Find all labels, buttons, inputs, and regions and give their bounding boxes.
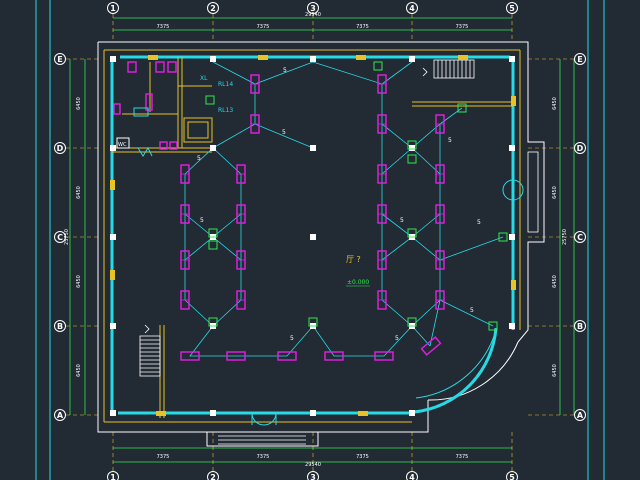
dim-top-span: 7375 bbox=[257, 24, 270, 30]
section-markers bbox=[144, 67, 428, 334]
elevation-label: ±0.000 bbox=[347, 279, 369, 286]
axis-left-E-label: E bbox=[57, 55, 62, 64]
axis-left-D-label: D bbox=[57, 144, 64, 153]
axis-top-5-label: 5 bbox=[509, 4, 515, 13]
dim-top-span: 7375 bbox=[356, 24, 369, 30]
building-outline bbox=[97, 41, 545, 447]
room-labels: WC RL14 RL13 XL bbox=[118, 75, 233, 148]
axis-right-C-label: C bbox=[577, 233, 583, 242]
hall-label: 厅 ? bbox=[346, 255, 361, 264]
dim-top-span: 7375 bbox=[157, 24, 170, 30]
axis-top-4-label: 4 bbox=[409, 4, 415, 13]
room-label-xl: XL bbox=[200, 75, 208, 82]
axis-top-1-label: 1 bbox=[110, 4, 116, 13]
axis-bottom-3-label: 3 bbox=[310, 473, 316, 480]
axis-right-B-label: B bbox=[577, 322, 583, 331]
wire-count: 5 bbox=[282, 129, 286, 136]
dim-right-span: 6450 bbox=[552, 364, 558, 377]
light-fixtures bbox=[113, 61, 445, 361]
axis-left-B-label: B bbox=[57, 322, 63, 331]
wire-count: 5 bbox=[470, 307, 474, 314]
axis-lines bbox=[66, 14, 574, 472]
fixture-details bbox=[181, 83, 444, 301]
axis-left-A-label: A bbox=[57, 411, 64, 420]
columns bbox=[110, 56, 515, 416]
axis-right-D-label: D bbox=[577, 144, 584, 153]
switch-symbols bbox=[116, 107, 153, 157]
wire-count: 5 bbox=[448, 137, 452, 144]
axis-left-C-label: C bbox=[57, 233, 63, 242]
drawing-frame bbox=[35, 0, 605, 480]
dim-left-span: 6450 bbox=[76, 275, 82, 288]
dim-right-span: 6450 bbox=[552, 275, 558, 288]
bay-window bbox=[527, 151, 539, 233]
dim-right-span: 6450 bbox=[552, 97, 558, 110]
dim-top-total: 29540 bbox=[305, 12, 321, 18]
room-label-rl13: RL13 bbox=[218, 107, 233, 114]
dim-bottom-span: 7375 bbox=[257, 454, 270, 460]
cad-floor-plan: 1122334455AABBCCDDEE 7375 7375 7375 7375 737… bbox=[0, 0, 640, 480]
wire-count: 5 bbox=[197, 155, 201, 162]
room-label-rl14: RL14 bbox=[218, 81, 233, 88]
axis-top-2-label: 2 bbox=[210, 4, 216, 13]
dim-bottom-span: 7375 bbox=[456, 454, 469, 460]
dim-left-span: 6450 bbox=[76, 186, 82, 199]
axis-right-E-label: E bbox=[577, 55, 582, 64]
dim-right-total: 25750 bbox=[562, 229, 568, 245]
dim-left-span: 6450 bbox=[76, 97, 82, 110]
dim-right-span: 6450 bbox=[552, 186, 558, 199]
dim-bottom-total: 29540 bbox=[305, 462, 321, 468]
stair-bottom-left bbox=[139, 335, 161, 377]
axis-bottom-1-label: 1 bbox=[110, 473, 116, 480]
axis-right-A-label: A bbox=[577, 411, 584, 420]
wire-count: 5 bbox=[395, 335, 399, 342]
wire-count: 5 bbox=[200, 217, 204, 224]
door-main bbox=[251, 412, 277, 426]
dim-bottom-span: 7375 bbox=[157, 454, 170, 460]
wire-count: 5 bbox=[290, 335, 294, 342]
dim-bottom-span: 7375 bbox=[356, 454, 369, 460]
room-label-wc: WC bbox=[118, 142, 127, 148]
entrance-steps bbox=[218, 435, 306, 445]
dim-top-span: 7375 bbox=[456, 24, 469, 30]
axis-bottom-4-label: 4 bbox=[409, 473, 415, 480]
dimension-lines bbox=[69, 17, 575, 463]
wire-count: 5 bbox=[400, 217, 404, 224]
axis-bottom-5-label: 5 bbox=[509, 473, 515, 480]
stair-top-right bbox=[433, 59, 475, 79]
dim-left-total: 25750 bbox=[64, 229, 70, 245]
wire-count: 5 bbox=[477, 219, 481, 226]
axis-bottom-2-label: 2 bbox=[210, 473, 216, 480]
wire-count: 5 bbox=[283, 67, 287, 74]
dim-left-span: 6450 bbox=[76, 364, 82, 377]
